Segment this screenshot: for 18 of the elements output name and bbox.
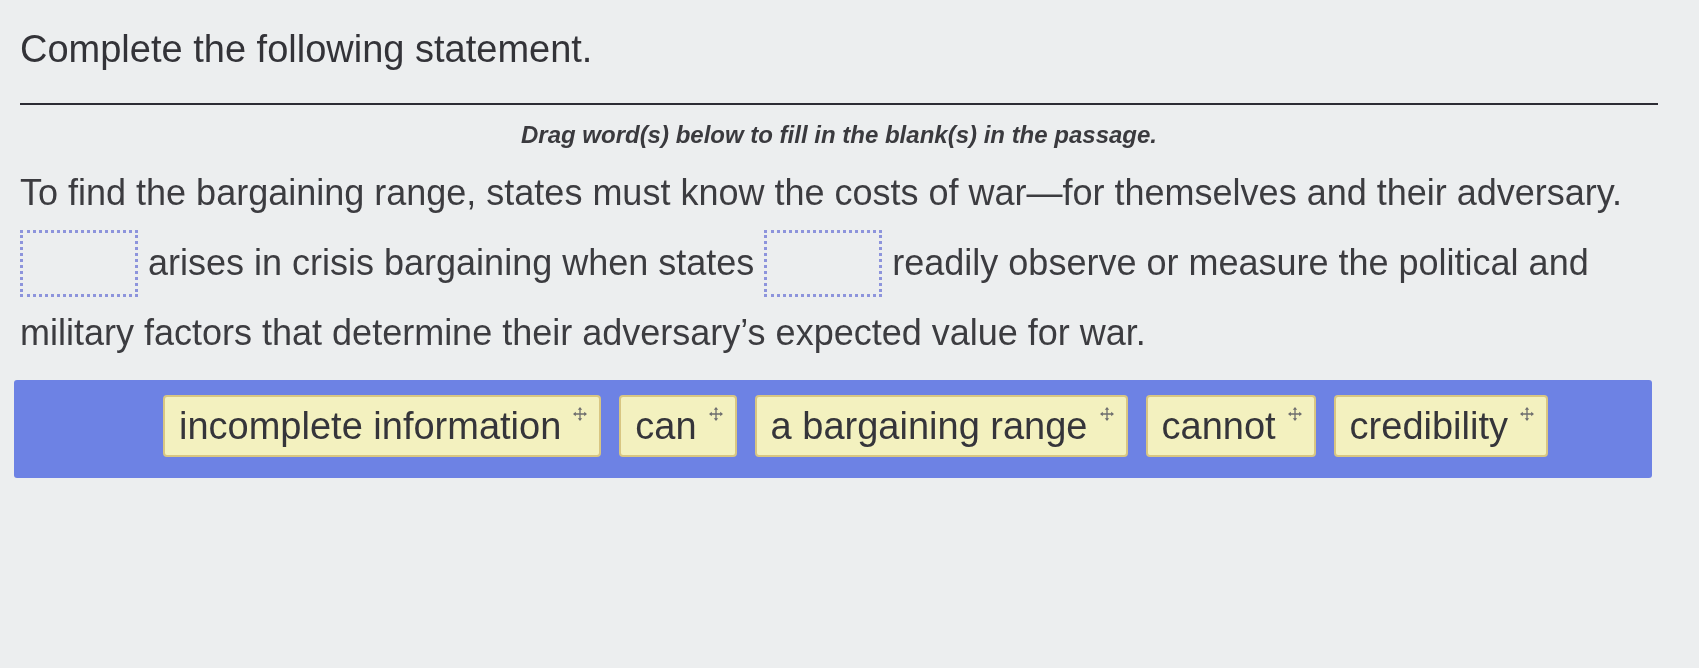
- move-icon: [1287, 407, 1302, 421]
- passage-text: military factors that determine their adversary’s expected value for war.: [20, 311, 1146, 355]
- move-icon: [573, 407, 588, 421]
- word-tile[interactable]: incomplete information: [163, 395, 602, 457]
- move-icon: [708, 407, 723, 421]
- instructions-text: Drag word(s) below to fill in the blank(s) in the passage.: [520, 121, 1158, 149]
- word-tile[interactable]: a bargaining range: [754, 395, 1128, 457]
- move-icon: [1520, 407, 1534, 421]
- blank-drop-field[interactable]: [764, 229, 883, 297]
- move-icon: [1099, 407, 1114, 421]
- passage-text: readily observe or measure the political and: [892, 241, 1589, 285]
- question-heading: Complete the following statement.: [20, 28, 593, 70]
- word-tile[interactable]: cannot: [1145, 395, 1316, 457]
- passage-text: To find the bargaining range, states must know the costs of war—for themselves and their adversary.: [20, 171, 1623, 215]
- passage-text: arises in crisis bargaining when states: [148, 241, 755, 285]
- blank-drop-field[interactable]: [20, 229, 138, 297]
- word-tile[interactable]: credibility: [1333, 395, 1548, 457]
- word-tile[interactable]: can: [619, 395, 737, 457]
